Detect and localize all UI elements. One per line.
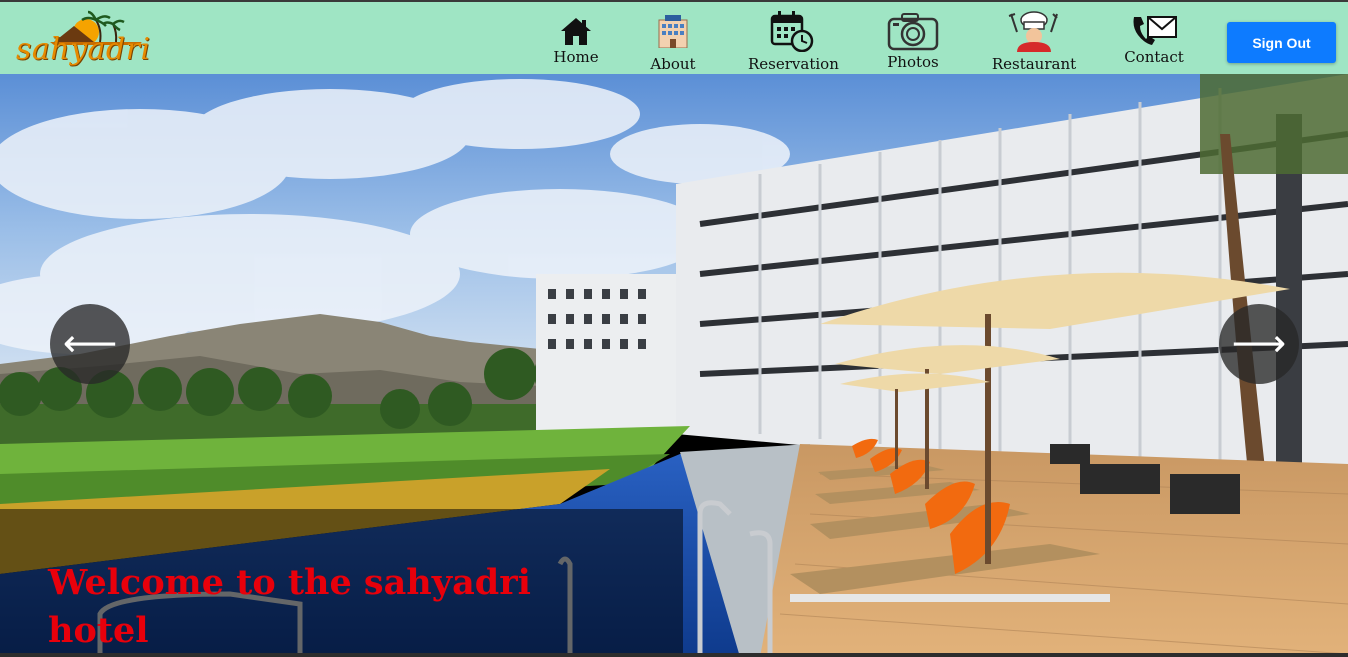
bottom-border [0,653,1348,657]
carousel-next-button[interactable]: ⟶ [1219,304,1299,384]
brand-logo-text: sahyadri [16,32,151,67]
chef-icon [1008,11,1058,52]
brand-logo[interactable]: sahyadri [16,10,150,72]
nav-restaurant[interactable]: Restaurant [990,2,1078,74]
nav-home[interactable]: Home [548,2,604,74]
nav-reservation[interactable]: Reservation [748,2,839,74]
hero-caption: Welcome to the sahyadri hotel [0,509,683,657]
carousel-prev-button[interactable]: ⟵ [50,304,130,384]
nav-label-restaurant: Restaurant [991,55,1077,73]
nav-about[interactable]: About [644,2,702,74]
phone-mail-icon [1133,16,1177,45]
nav-label-reservation: Reservation [748,55,839,73]
sign-out-button[interactable]: Sign Out [1227,22,1336,63]
nav-contact[interactable]: Contact [1122,2,1186,74]
hero-caption-title: Welcome to the sahyadri hotel [48,562,531,651]
nav-photos[interactable]: Photos [884,2,942,74]
nav-label-home: Home [553,48,599,66]
nav-label-photos: Photos [887,53,939,71]
nav-label-contact: Contact [1124,48,1184,66]
hero-carousel: ⟵ ⟶ Welcome to the sahyadri hotel [0,74,1348,657]
calendar-clock-icon [770,11,814,52]
camera-icon [887,13,939,51]
navbar: sahyadri Home About Reservation Photos R… [0,2,1348,74]
hotel-building-icon [658,15,688,48]
nav-label-about: About [650,55,696,73]
home-icon [561,18,591,45]
